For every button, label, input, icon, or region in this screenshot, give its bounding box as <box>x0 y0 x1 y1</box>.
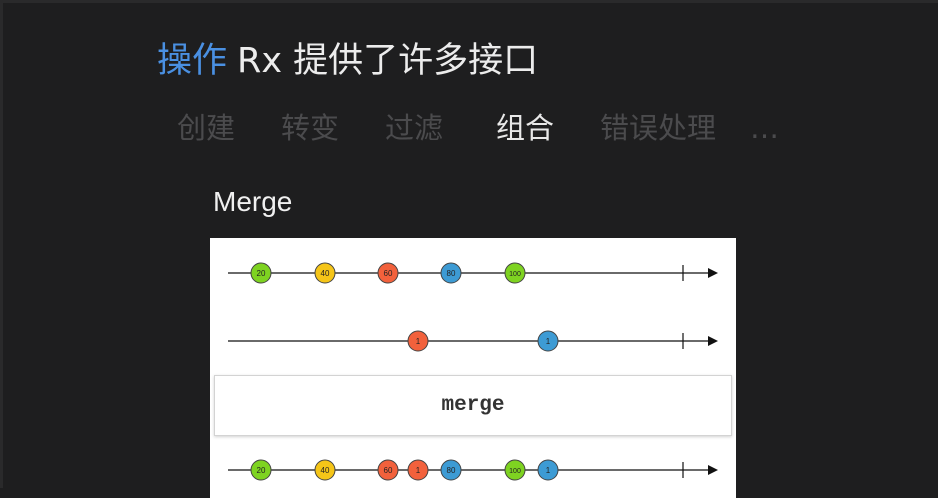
source-a-marble-label: 80 <box>447 269 456 278</box>
window-top-edge <box>0 0 938 3</box>
output-marble-label: 1 <box>416 466 421 475</box>
tab-create[interactable]: 创建 <box>177 108 235 148</box>
source-b-marble-label: 1 <box>416 337 421 346</box>
output-marble-label: 20 <box>257 466 266 475</box>
output-marble-label: 40 <box>321 466 330 475</box>
source-b-marble-label: 1 <box>546 337 551 346</box>
source-b-arrowhead <box>708 336 718 346</box>
page-title-highlight: 操作 <box>157 41 228 81</box>
source-a-arrowhead <box>708 268 718 278</box>
marble-diagram: 20 40 60 80 100 1 1 20 40 60 1 80 100 1 merge <box>210 238 736 498</box>
tab-combine[interactable]: 组合 <box>496 108 554 148</box>
operator-category-tabs: 创建 转变 过滤 组合 错误处理 … <box>0 108 938 152</box>
tab-error-handling[interactable]: 错误处理 <box>600 108 716 148</box>
output-marble-label: 100 <box>509 468 521 475</box>
page-title-rest: Rx 提供了许多接口 <box>237 41 539 81</box>
source-a-marble-label: 40 <box>321 269 330 278</box>
page-title: 操作 Rx 提供了许多接口 <box>157 38 538 84</box>
output-marble-label: 80 <box>447 466 456 475</box>
output-arrowhead <box>708 465 718 475</box>
merge-operator-box: merge <box>214 375 732 436</box>
tab-transform[interactable]: 转变 <box>281 108 339 148</box>
window-left-edge <box>0 0 3 488</box>
output-marble-label: 1 <box>546 466 551 475</box>
marble-diagram-canvas: 20 40 60 80 100 1 1 20 40 60 1 80 100 1 <box>228 262 718 481</box>
tab-more[interactable]: … <box>750 108 779 148</box>
tab-filter[interactable]: 过滤 <box>385 108 443 148</box>
source-a-marble-label: 60 <box>384 269 393 278</box>
section-title: Merge <box>213 186 293 217</box>
output-marble-label: 60 <box>384 466 393 475</box>
source-a-marble-label: 20 <box>257 269 266 278</box>
source-a-marble-label: 100 <box>509 271 521 278</box>
